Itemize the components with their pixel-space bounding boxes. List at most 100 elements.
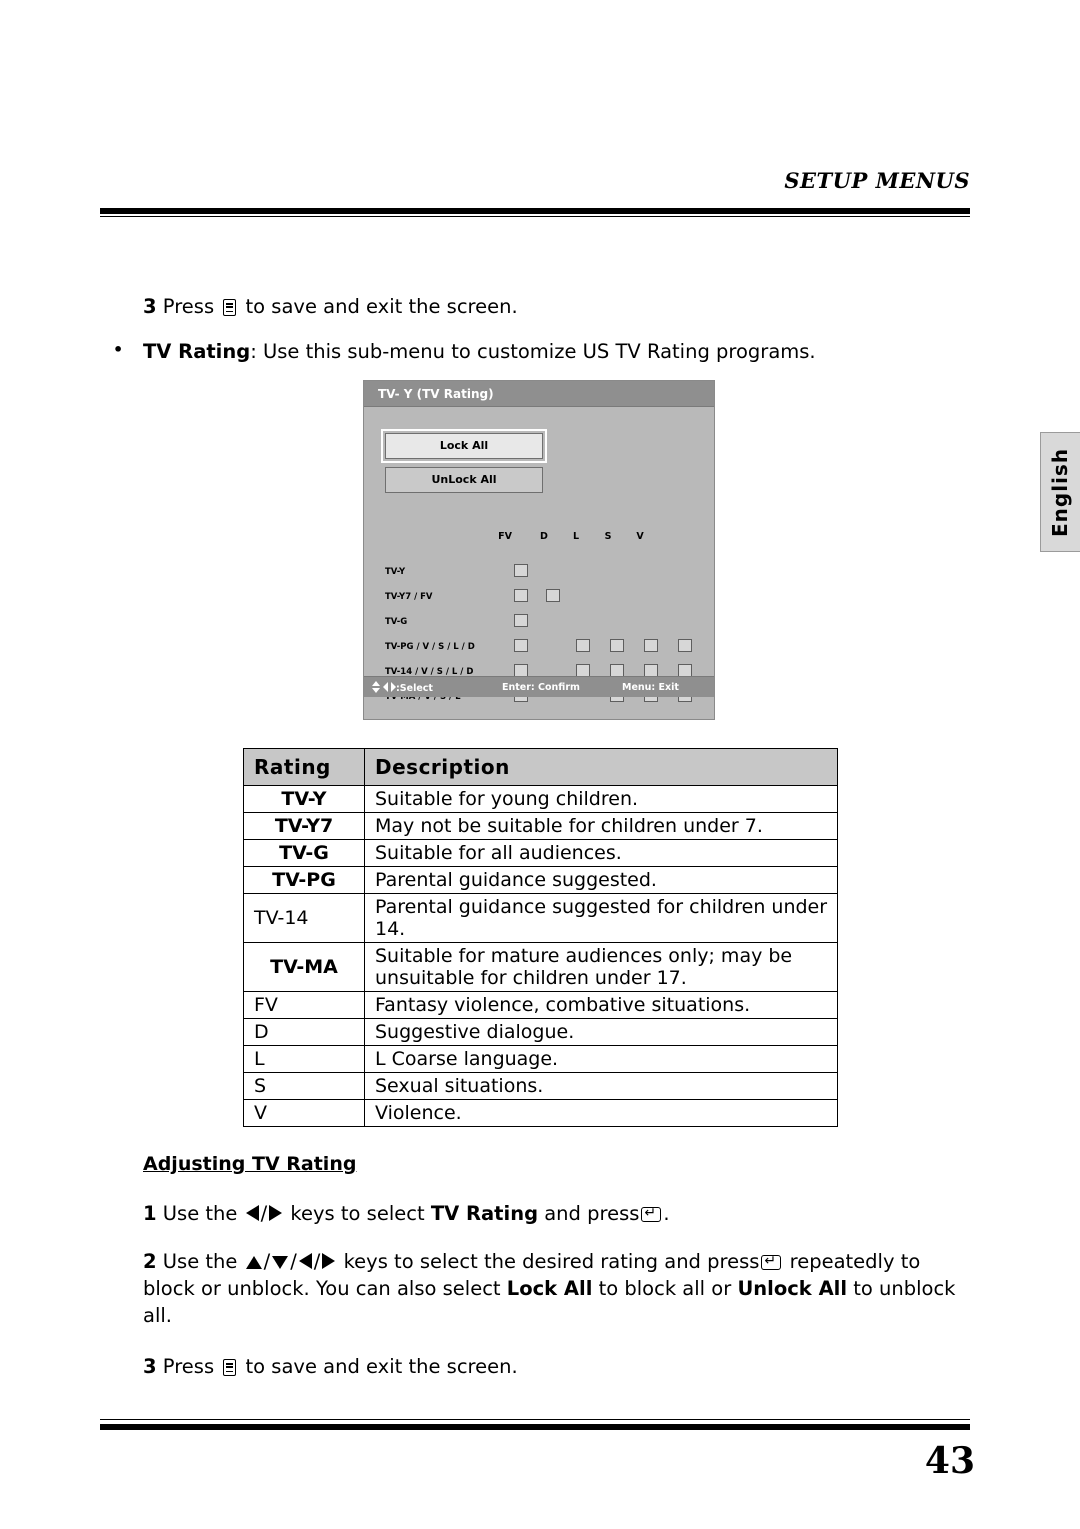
step-bold-lock-all: Lock All (506, 1277, 593, 1300)
osd-checkbox-tv-y-lock[interactable] (514, 564, 528, 577)
footer-divider (100, 1424, 970, 1430)
table-row: TV-Y Suitable for young children. (243, 785, 838, 813)
table-cell-desc: Fantasy violence, combative situations. (364, 991, 838, 1019)
step-top-3: 3 Press to save and exit the screen. (143, 293, 518, 320)
unlock-all-button[interactable]: UnLock All (385, 467, 543, 493)
left-arrow-icon (245, 1205, 259, 1221)
osd-col-header-v: V (636, 531, 644, 542)
osd-footer-enter: Enter: Confirm (502, 682, 580, 693)
enter-icon (641, 1204, 662, 1222)
page-header: SETUP MENUS (100, 168, 970, 193)
step-3: 3 Press to save and exit the screen. (143, 1353, 518, 1380)
table-row: FV Fantasy violence, combative situation… (243, 991, 838, 1019)
osd-title: TV- Y (TV Rating) (364, 381, 714, 407)
osd-checkbox-tv-pg-l[interactable] (610, 639, 624, 652)
table-cell-desc: Parental guidance suggested for children… (364, 893, 838, 943)
bullet-tv-rating: TV Rating: Use this sub-menu to customiz… (143, 338, 816, 365)
table-row: L L Coarse language. (243, 1045, 838, 1073)
table-cell-code: V (243, 1099, 365, 1127)
step-text: to block all or (598, 1277, 732, 1300)
up-arrow-icon (245, 1256, 262, 1269)
table-row: TV-G Suitable for all audiences. (243, 839, 838, 867)
step-text: Use the (162, 1250, 238, 1273)
table-cell-desc: Violence. (364, 1099, 838, 1127)
lock-all-button[interactable]: Lock All (385, 433, 543, 459)
menu-icon (223, 299, 237, 316)
osd-checkbox-tv-pg-d[interactable] (576, 639, 590, 652)
rating-table: Rating Description TV-Y Suitable for you… (243, 748, 838, 1127)
osd-panel: TV- Y (TV Rating) Lock All UnLock All FV… (363, 380, 715, 720)
menu-icon (223, 1359, 237, 1376)
osd-checkbox-tv-g-lock[interactable] (514, 614, 528, 627)
table-cell-desc: Sexual situations. (364, 1072, 838, 1100)
osd-checkbox-tv-pg-s[interactable] (644, 639, 658, 652)
header-divider-thin (100, 216, 970, 217)
step-bold-unlock-all: Unlock All (737, 1277, 848, 1300)
header-divider (100, 208, 970, 214)
step-text: to save and exit the screen. (245, 1355, 518, 1378)
table-row: TV-14 Parental guidance suggested for ch… (243, 893, 838, 943)
bullet-bold-label: TV Rating (143, 340, 251, 363)
step-text-after: to save and exit the screen. (245, 295, 518, 318)
step-text: and press (544, 1202, 640, 1225)
osd-footer-select-label: :Select (396, 683, 433, 694)
table-cell-desc: Suggestive dialogue. (364, 1018, 838, 1046)
table-cell-code: TV-PG (243, 866, 365, 894)
right-arrow-icon (322, 1253, 336, 1269)
table-row: TV-MA Suitable for mature audiences only… (243, 942, 838, 992)
step-2: 2 Use the / / / keys to select the desired… (143, 1248, 973, 1329)
osd-checkbox-tv-pg-v[interactable] (678, 639, 692, 652)
step-number: 3 (143, 1355, 157, 1378)
step-text: Press (162, 1355, 215, 1378)
osd-footer-exit: Menu: Exit (622, 682, 679, 693)
osd-row-label-tv-pg: TV-PG / V / S / L / D (385, 642, 475, 652)
right-arrow-icon (269, 1205, 283, 1221)
osd-footer-select: :Select (372, 681, 433, 694)
table-cell-code: TV-MA (243, 942, 365, 992)
page-number: 43 (924, 1440, 975, 1482)
step-text: keys to select (290, 1202, 425, 1225)
step-number: 1 (143, 1202, 157, 1225)
table-row: S Sexual situations. (243, 1072, 838, 1100)
table-row: TV-PG Parental guidance suggested. (243, 866, 838, 894)
language-tab: English (1040, 432, 1080, 552)
step-bold-text: TV Rating (430, 1202, 539, 1225)
osd-footer: :Select Enter: Confirm Menu: Exit (364, 676, 714, 697)
step-text-before: Press (162, 295, 215, 318)
osd-col-header-s: S (604, 531, 612, 542)
left-right-arrows-icon (383, 682, 396, 692)
osd-row-label-tv-y: TV-Y (385, 567, 406, 577)
osd-row-label-tv-g: TV-G (385, 617, 408, 627)
table-cell-desc: Suitable for all audiences. (364, 839, 838, 867)
osd-checkbox-tv-y7-lock[interactable] (514, 589, 528, 602)
table-cell-code: TV-Y7 (243, 812, 365, 840)
bullet-text: : Use this sub-menu to customize US TV R… (250, 340, 816, 363)
language-tab-label: English (1048, 447, 1072, 537)
osd-col-header-d: D (540, 531, 548, 542)
table-cell-code: TV-Y (243, 785, 365, 813)
step-number: 3 (143, 295, 157, 318)
step-text: Use the (162, 1202, 238, 1225)
step-number: 2 (143, 1250, 157, 1273)
table-cell-code: S (243, 1072, 365, 1100)
osd-col-header-l: L (572, 531, 580, 542)
table-cell-code: TV-G (243, 839, 365, 867)
table-cell-code: D (243, 1018, 365, 1046)
table-cell-desc: Parental guidance suggested. (364, 866, 838, 894)
step-text: keys to select the desired rating and pr… (343, 1250, 760, 1273)
table-cell-code: L (243, 1045, 365, 1073)
osd-checkbox-tv-y7-fv[interactable] (546, 589, 560, 602)
osd-body: Lock All UnLock All FV D L S V TV-Y TV-Y… (364, 407, 714, 702)
table-header-rating: Rating (243, 748, 365, 786)
table-row: TV-Y7 May not be suitable for children u… (243, 812, 838, 840)
table-cell-desc: Suitable for mature audiences only; may … (364, 942, 838, 992)
up-down-arrows-icon (372, 681, 381, 693)
table-cell-code: TV-14 (243, 893, 365, 943)
enter-icon (761, 1252, 782, 1270)
table-header-description: Description (364, 748, 838, 786)
bullet-marker: • (113, 340, 124, 359)
table-cell-desc: Suitable for young children. (364, 785, 838, 813)
osd-checkbox-tv-pg-lock[interactable] (514, 639, 528, 652)
table-cell-desc: L Coarse language. (364, 1045, 838, 1073)
footer-divider-thin (100, 1419, 970, 1420)
